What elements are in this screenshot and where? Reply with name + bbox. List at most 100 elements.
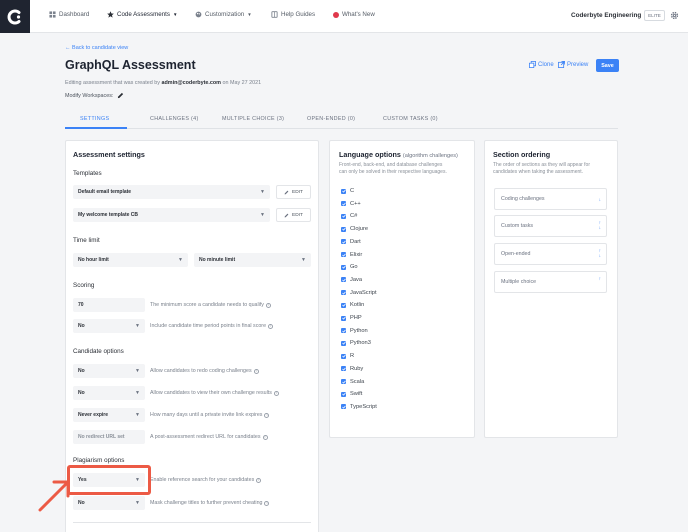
nav-customization[interactable]: Customization ▼ — [195, 11, 252, 18]
checkbox-checked-icon[interactable] — [341, 379, 346, 384]
info-icon[interactable]: i — [253, 368, 259, 374]
checkbox-checked-icon[interactable] — [341, 226, 346, 232]
checkbox-checked-icon[interactable] — [341, 239, 346, 245]
hour-limit-select[interactable]: No hour limit ▼ — [73, 253, 188, 267]
tab-settings[interactable]: SETTINGS — [80, 116, 109, 122]
mask-titles-select[interactable]: No ▼ — [73, 496, 145, 510]
back-to-candidate-link[interactable]: ← Back to candidate view — [65, 45, 128, 51]
nav-dashboard-label: Dashboard — [59, 11, 90, 18]
tab-challenges[interactable]: CHALLENGES (4) — [150, 116, 199, 122]
info-icon[interactable]: i — [273, 390, 279, 396]
preview-button[interactable]: Preview — [558, 61, 588, 68]
language-option[interactable]: R — [341, 353, 354, 359]
pencil-icon[interactable] — [117, 92, 124, 99]
view-results-select[interactable]: No ▼ — [73, 386, 145, 400]
checkbox-checked-icon[interactable] — [341, 404, 346, 410]
checkbox-checked-icon[interactable] — [341, 302, 346, 308]
checkbox-checked-icon[interactable] — [341, 252, 346, 257]
minute-limit-select[interactable]: No minute limit ▼ — [194, 253, 311, 267]
edit-label: EDIT — [292, 212, 303, 218]
info-icon[interactable]: i — [262, 434, 268, 440]
language-option[interactable]: Clojure — [341, 226, 368, 232]
nav-dashboard[interactable]: Dashboard — [49, 11, 89, 18]
language-option[interactable]: Python — [341, 328, 368, 334]
checkbox-checked-icon[interactable] — [341, 188, 346, 194]
organization-name[interactable]: Coderbyte Engineering — [571, 12, 641, 19]
checkbox-checked-icon[interactable] — [341, 366, 346, 372]
tab-open-ended[interactable]: OPEN-ENDED (0) — [307, 116, 355, 122]
checkbox-checked-icon[interactable] — [341, 353, 346, 359]
language-option[interactable]: PHP — [341, 315, 362, 321]
language-label: Python3 — [350, 340, 371, 347]
chevron-down-icon: ▼ — [260, 189, 265, 195]
nav-code-assessments[interactable]: Code Assessments ▼ — [107, 11, 177, 18]
checkbox-checked-icon[interactable] — [341, 340, 346, 346]
language-option[interactable]: C++ — [341, 201, 361, 207]
redo-desc-text: Allow candidates to redo coding challeng… — [150, 368, 252, 374]
section-order-item[interactable]: Open-ended ↑ ↓ — [494, 243, 607, 265]
language-option[interactable]: Swift — [341, 391, 362, 397]
section-order-item[interactable]: Custom tasks ↑ ↓ — [494, 215, 607, 237]
info-icon[interactable]: i — [264, 500, 270, 506]
arrow-up-down-icon[interactable]: ↑ ↓ — [599, 248, 601, 258]
language-option[interactable]: Go — [341, 264, 358, 270]
language-option[interactable]: Elixir — [341, 252, 362, 258]
nav-whats-new[interactable]: What's New — [333, 11, 375, 18]
language-option[interactable]: Java — [341, 277, 362, 283]
language-label: Scala — [350, 378, 365, 385]
section-ordering-heading: Section ordering — [493, 150, 551, 159]
chevron-down-icon: ▼ — [135, 412, 140, 418]
checkbox-checked-icon[interactable] — [341, 201, 346, 207]
gear-icon[interactable] — [670, 11, 679, 20]
template-select-1[interactable]: Default email template ▼ — [73, 185, 270, 199]
nav-help-guides[interactable]: Help Guides — [271, 11, 315, 18]
hour-limit-value: No hour limit — [78, 257, 109, 263]
editing-suffix: on May 27 2021 — [220, 80, 262, 86]
info-icon[interactable]: i — [264, 412, 270, 418]
edit-template-1-button[interactable]: EDIT — [276, 185, 311, 199]
info-icon[interactable]: i — [268, 323, 274, 329]
language-option[interactable]: Kotlin — [341, 302, 364, 308]
section-order-item[interactable]: Multiple choice ↑ — [494, 271, 607, 293]
include-time-select[interactable]: No ▼ — [73, 319, 145, 333]
language-option[interactable]: C — [341, 188, 354, 194]
language-desc-line-2: can only be solved in their respective l… — [339, 169, 447, 175]
save-button[interactable]: Save — [596, 59, 619, 72]
info-icon[interactable]: i — [265, 302, 271, 308]
checkbox-checked-icon[interactable] — [341, 315, 346, 321]
time-limit-label: Time limit — [73, 237, 100, 244]
checkbox-checked-icon[interactable] — [341, 213, 346, 219]
clone-button[interactable]: Clone — [529, 61, 554, 68]
language-option[interactable]: Dart — [341, 239, 361, 245]
redirect-url-input[interactable]: No redirect URL set — [73, 430, 145, 444]
language-option[interactable]: JavaScript — [341, 290, 377, 296]
arrow-down-icon[interactable]: ↓ — [599, 197, 601, 202]
language-option[interactable]: C# — [341, 213, 357, 219]
template-select-2[interactable]: My welcome template CB ▼ — [73, 208, 270, 222]
section-order-item[interactable]: Coding challenges ↓ — [494, 188, 607, 210]
min-score-input[interactable]: 70 — [73, 298, 145, 312]
edit-label: EDIT — [292, 189, 303, 195]
language-option[interactable]: Scala — [341, 379, 364, 385]
checkbox-checked-icon[interactable] — [341, 328, 346, 334]
language-option[interactable]: TypeScript — [341, 404, 377, 410]
coderbyte-logo[interactable] — [0, 0, 30, 33]
checkbox-checked-icon[interactable] — [341, 290, 346, 296]
language-options-description: Front-end, back-end, and database challe… — [339, 162, 447, 176]
checkbox-checked-icon[interactable] — [341, 264, 346, 270]
arrow-up-icon[interactable]: ↑ — [599, 276, 601, 281]
chevron-down-icon: ▼ — [178, 257, 183, 263]
checkbox-checked-icon[interactable] — [341, 391, 346, 397]
tab-custom-tasks[interactable]: CUSTOM TASKS (0) — [383, 116, 438, 122]
arrow-up-down-icon[interactable]: ↑ ↓ — [599, 220, 601, 230]
language-option[interactable]: Python3 — [341, 340, 371, 346]
nav-code-assessments-label: Code Assessments — [117, 11, 170, 18]
logo-mark-icon — [7, 9, 21, 24]
language-option[interactable]: Ruby — [341, 366, 363, 372]
redo-select[interactable]: No ▼ — [73, 364, 145, 378]
edit-template-2-button[interactable]: EDIT — [276, 208, 311, 222]
checkbox-checked-icon[interactable] — [341, 277, 346, 283]
tab-multiple-choice[interactable]: MULTIPLE CHOICE (3) — [222, 116, 284, 122]
info-icon[interactable]: i — [256, 477, 262, 483]
expire-select[interactable]: Never expire ▼ — [73, 408, 145, 422]
